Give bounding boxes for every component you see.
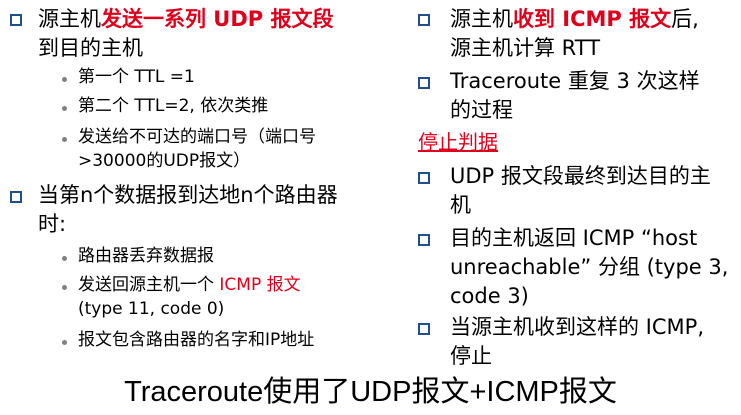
square-bullet-icon <box>418 77 430 89</box>
left-item1-pre: 源主机 <box>38 7 101 31</box>
right-item3-line2: 机 <box>450 193 471 217</box>
stop-criteria-title: 停止判据 <box>418 130 498 154</box>
square-bullet-icon <box>418 323 430 335</box>
left-item1-line1: 源主机发送一系列 UDP 报文段 <box>38 4 334 35</box>
dot-bullet-icon <box>62 77 67 82</box>
left-item2-line2: 时: <box>38 212 67 236</box>
dot-bullet-icon <box>62 340 67 345</box>
footer-caption: Traceroute使用了UDP报文+ICMP报文 <box>124 376 617 408</box>
square-bullet-icon <box>10 14 22 26</box>
right-item1-line1: 源主机收到 ICMP 报文后, <box>450 4 699 35</box>
left-item1-sub2: 第二个 TTL=2, 依次类推 <box>78 96 269 116</box>
right-item1-line2: 源主机计算 RTT <box>450 36 601 60</box>
right-item2-line1: Traceroute 重复 3 次这样 <box>450 69 700 93</box>
square-bullet-icon <box>418 234 430 246</box>
right-item1-highlight: 收到 ICMP 报文 <box>513 7 672 31</box>
square-bullet-icon <box>418 172 430 184</box>
left-item1-sub1: 第一个 TTL =1 <box>78 67 195 87</box>
left-item2-sub1: 路由器丢弃数据报 <box>78 246 214 266</box>
left-item2-sub2-line2: (type 11, code 0) <box>78 299 225 319</box>
right-item1-pre: 源主机 <box>450 7 513 31</box>
square-bullet-icon <box>418 14 430 26</box>
left-item2-sub2-pre: 发送回源主机一个 <box>78 275 220 295</box>
right-item4-line1: 目的主机返回 ICMP “host <box>450 226 698 250</box>
dot-bullet-icon <box>62 106 67 111</box>
left-item2-sub3: 报文包含路由器的名字和IP地址 <box>78 330 315 350</box>
right-item2-line2: 的过程 <box>450 98 513 122</box>
left-item1-highlight: 发送一系列 UDP 报文段 <box>101 7 334 31</box>
left-item1-sub3-line1: 发送给不可达的端口号（端口号 <box>78 127 316 147</box>
right-item5-line2: 停止 <box>450 344 492 368</box>
left-item1-line2: 到目的主机 <box>38 36 143 60</box>
left-item2-sub2-line1: 发送回源主机一个 ICMP 报文 <box>78 273 301 297</box>
right-item4-line3: code 3) <box>450 284 529 308</box>
right-item1-post: 后, <box>671 7 699 31</box>
dot-bullet-icon <box>62 256 67 261</box>
left-item2-line1: 当第n个数据报到达地n个路由器 <box>38 183 338 207</box>
left-item1-sub3-line2: >30000的UDP报文） <box>78 151 251 171</box>
right-item4-line2: unreachable” 分组 (type 3, <box>450 255 729 279</box>
dot-bullet-icon <box>62 137 67 142</box>
right-item5-line1: 当源主机收到这样的 ICMP, <box>450 315 704 339</box>
left-item2-sub2-highlight: ICMP 报文 <box>219 275 301 295</box>
dot-bullet-icon <box>62 285 67 290</box>
right-item3-line1: UDP 报文段最终到达目的主 <box>450 164 711 188</box>
square-bullet-icon <box>10 191 22 203</box>
